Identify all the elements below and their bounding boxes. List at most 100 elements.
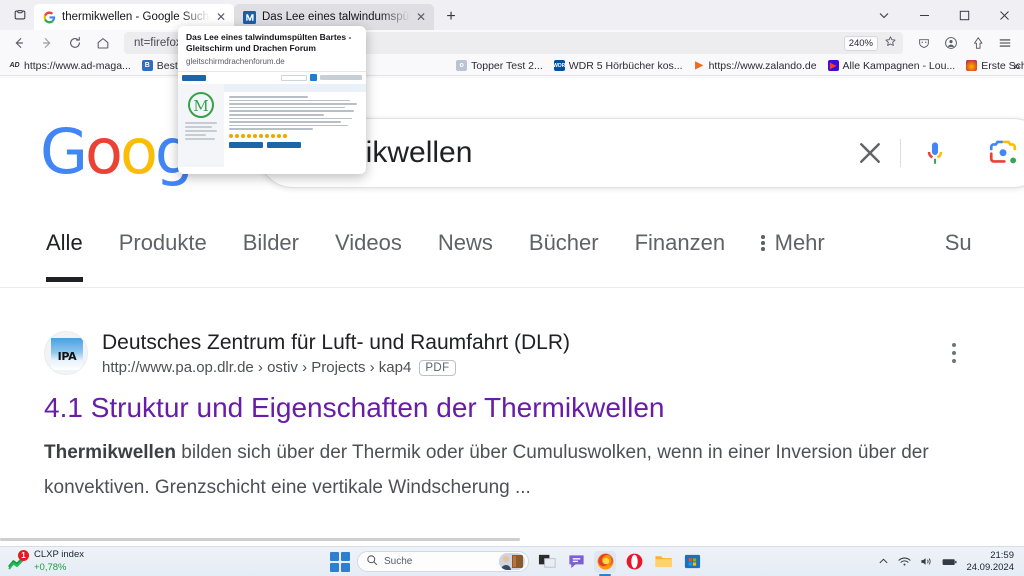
tab-list-icon[interactable] xyxy=(6,1,34,29)
chat-icon[interactable] xyxy=(565,551,587,573)
taskbar-search[interactable]: Suche xyxy=(357,551,529,572)
new-tab-button[interactable]: + xyxy=(438,4,464,30)
tab-title: Das Lee eines talwindumspült xyxy=(262,11,410,23)
bookmark-favicon: WDR xyxy=(553,60,565,71)
thumb-line xyxy=(229,128,314,130)
tab-alle[interactable]: Alle xyxy=(28,218,101,282)
thumb-line xyxy=(229,110,355,112)
close-icon[interactable] xyxy=(840,138,900,168)
thumb-line xyxy=(185,121,217,124)
close-icon[interactable]: ✕ xyxy=(216,11,226,23)
hamburger-menu-icon[interactable] xyxy=(992,31,1018,55)
opera-icon[interactable] xyxy=(623,551,645,573)
result-options-icon[interactable] xyxy=(951,342,981,364)
bookmark-label: https://www.ad-maga... xyxy=(24,59,131,72)
file-explorer-icon[interactable] xyxy=(652,551,674,573)
microsoft-store-icon[interactable] xyxy=(681,551,703,573)
thumb-header xyxy=(224,83,366,92)
bookmark-item[interactable]: o Topper Test 2... xyxy=(451,59,548,73)
bookmark-favicon: ▶ xyxy=(695,60,703,71)
wifi-icon[interactable] xyxy=(898,556,912,567)
shield-icon[interactable] xyxy=(911,31,937,55)
thumb-search-icon xyxy=(310,74,317,82)
page-content: Google thermikwellen xyxy=(0,78,1024,546)
taskbar-widget[interactable]: 1 CLXP index +0,78% xyxy=(0,549,330,574)
bookmark-label: Alle Kampagnen - Lou... xyxy=(842,59,956,72)
thumb-toolbar xyxy=(178,71,366,84)
stock-trend-icon: 1 xyxy=(7,549,29,571)
tab-news[interactable]: News xyxy=(420,218,511,256)
firefox-icon[interactable] xyxy=(594,550,616,576)
thumb-line xyxy=(185,125,212,128)
thumb-avatar: M xyxy=(188,91,214,118)
reload-icon[interactable] xyxy=(62,31,88,55)
thumb-line xyxy=(185,133,206,136)
bookmark-favicon xyxy=(966,60,978,71)
search-box[interactable]: thermikwellen xyxy=(258,118,1024,188)
back-arrow-icon[interactable] xyxy=(6,31,32,55)
tab-videos[interactable]: Videos xyxy=(317,218,420,256)
thumb-sidebar: M xyxy=(178,83,224,167)
chevron-up-icon[interactable] xyxy=(878,556,889,567)
tab-preview-thumbnail: M xyxy=(178,70,366,167)
volume-icon[interactable] xyxy=(920,556,933,567)
snippet-highlight: Thermikwellen xyxy=(44,442,176,464)
tab-buecher[interactable]: Bücher xyxy=(511,218,617,256)
home-icon[interactable] xyxy=(90,31,116,55)
widget-text: CLXP index +0,78% xyxy=(34,549,84,574)
tools-button[interactable]: Su xyxy=(927,218,990,256)
windows-start-icon[interactable] xyxy=(330,551,350,572)
google-lens-icon[interactable] xyxy=(969,137,1024,169)
account-icon[interactable] xyxy=(938,31,964,55)
clock[interactable]: 21:59 24.09.2024 xyxy=(966,550,1014,574)
thumb-main xyxy=(224,83,366,167)
bookmark-item[interactable]: WDR WDR 5 Hörbücher kos... xyxy=(549,59,688,73)
thumb-line xyxy=(229,113,325,116)
clock-date: 24.09.2024 xyxy=(966,561,1014,573)
task-view-icon[interactable] xyxy=(536,551,558,573)
bookmark-favicon: ▶ xyxy=(827,60,839,71)
taskbar-center: Suche xyxy=(330,550,703,576)
result-favicon xyxy=(44,331,88,376)
search-placeholder: Suche xyxy=(384,556,413,567)
thumb-line xyxy=(229,103,358,105)
tab-produkte[interactable]: Produkte xyxy=(101,218,225,256)
battery-icon[interactable] xyxy=(942,557,957,567)
close-icon[interactable]: ✕ xyxy=(416,11,426,23)
microphone-icon[interactable] xyxy=(901,138,969,168)
clock-time: 21:59 xyxy=(990,549,1014,561)
thumb-line xyxy=(229,95,309,98)
logo-letter: o xyxy=(85,115,123,188)
bookmark-item[interactable]: AD https://www.ad-maga... xyxy=(4,59,136,73)
tab-strip: thermikwellen - Google Suche ✕ Das Lee e… xyxy=(0,0,1024,30)
kebab-icon xyxy=(761,235,765,251)
zoom-level-badge[interactable]: 240% xyxy=(843,35,878,51)
horizontal-scrollbar[interactable] xyxy=(0,538,1024,546)
tab-preview-popup: Das Lee eines talwindumspülten Bartes - … xyxy=(178,26,366,174)
tab-bilder[interactable]: Bilder xyxy=(225,218,317,256)
toolbar-right-icons xyxy=(911,31,1018,55)
forum-icon xyxy=(243,10,256,24)
pocket-icon[interactable] xyxy=(965,31,991,55)
thumb-menu xyxy=(320,75,362,81)
bookmark-label: https://www.zalando.de xyxy=(708,59,817,72)
bookmark-favicon: B xyxy=(141,60,153,71)
result-title-link[interactable]: 4.1 Struktur und Eigenschaften der Therm… xyxy=(44,390,980,425)
bookmarks-overflow-icon[interactable]: » xyxy=(1013,59,1020,73)
tab-finanzen[interactable]: Finanzen xyxy=(617,218,744,256)
forward-arrow-icon[interactable] xyxy=(34,31,60,55)
snippet-text: bilden sich über der Thermik oder über C… xyxy=(44,442,929,499)
minimize-button[interactable] xyxy=(904,0,944,30)
bookmark-item[interactable]: ▶ https://www.zalando.de xyxy=(689,59,822,73)
maximize-button[interactable] xyxy=(944,0,984,30)
thumb-rating-dots xyxy=(229,133,361,138)
close-button[interactable] xyxy=(984,0,1024,30)
more-menu[interactable]: Mehr xyxy=(743,218,843,256)
star-icon[interactable] xyxy=(884,35,897,51)
thumb-line xyxy=(229,121,342,123)
more-label: Mehr xyxy=(774,230,825,255)
bookmark-item[interactable]: ▶ Alle Kampagnen - Lou... xyxy=(823,59,961,73)
chevron-down-icon[interactable] xyxy=(864,0,904,30)
thumb-line xyxy=(229,106,346,109)
result-url[interactable]: http://www.pa.op.dlr.de › ostiv › Projec… xyxy=(102,359,570,376)
